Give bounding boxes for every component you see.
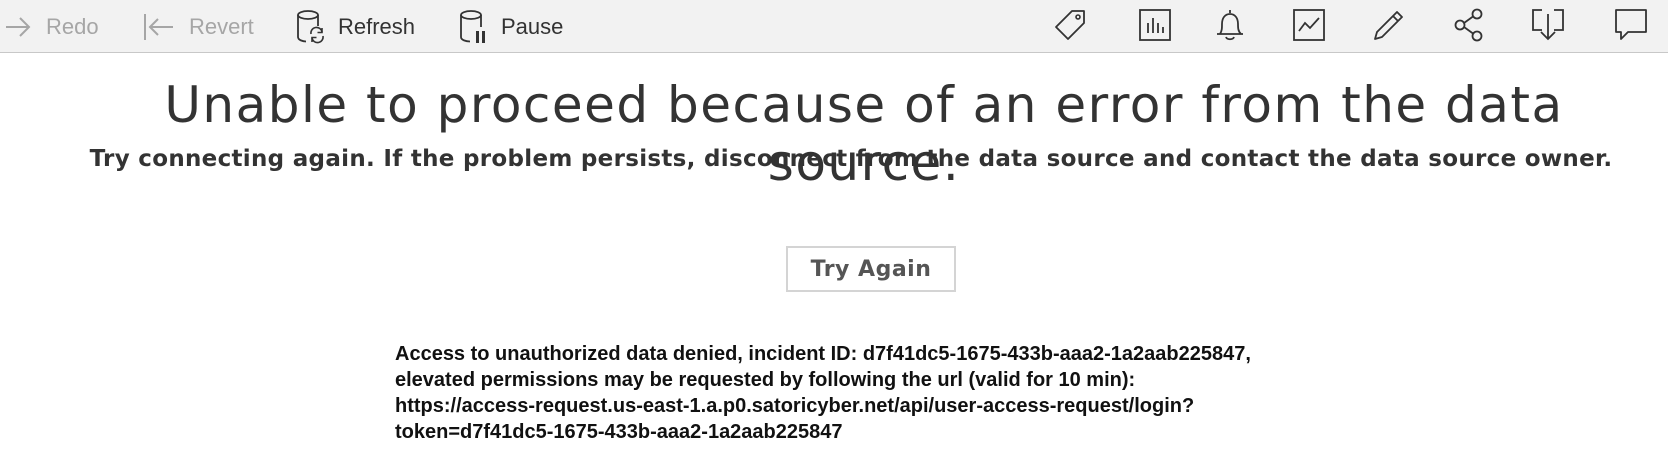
download-icon (1531, 8, 1565, 47)
share-button[interactable] (1448, 6, 1490, 48)
pause-button[interactable]: Pause (459, 0, 563, 53)
bell-icon (1214, 8, 1246, 47)
metrics-button[interactable] (1288, 6, 1330, 48)
chart-button[interactable] (1134, 6, 1176, 48)
tag-button[interactable] (1049, 6, 1091, 48)
redo-label: Redo (46, 13, 99, 39)
error-detail-line: token=d7f41dc5-1675-433b-aaa2-1a2aab2258… (395, 421, 843, 443)
error-subtitle: Try connecting again. If the problem per… (89, 146, 1613, 172)
refresh-button[interactable]: Refresh (296, 0, 415, 53)
metrics-icon (1293, 8, 1325, 46)
redo-button[interactable]: Redo (4, 0, 99, 53)
tag-icon (1053, 8, 1087, 47)
revert-button[interactable]: Revert (143, 0, 254, 53)
database-refresh-icon (296, 9, 326, 45)
revert-arrow-icon (143, 12, 175, 42)
pause-label: Pause (501, 13, 564, 39)
error-details: Access to unauthorized data denied, inci… (395, 341, 1395, 445)
error-detail-line: https://access-request.us-east-1.a.p0.sa… (395, 395, 1195, 417)
revert-label: Revert (189, 13, 254, 39)
comment-button[interactable] (1610, 6, 1652, 48)
error-detail-line: Access to unauthorized data denied, inci… (395, 343, 1251, 365)
refresh-label: Refresh (338, 13, 416, 39)
redo-arrow-icon (4, 15, 32, 39)
edit-button[interactable] (1368, 6, 1410, 48)
error-detail-line: elevated permissions may be requested by… (395, 369, 1136, 391)
download-button[interactable] (1527, 6, 1569, 48)
alert-button[interactable] (1209, 6, 1251, 48)
error-title: Unable to proceed because of an error fr… (164, 76, 1564, 192)
comment-icon (1614, 8, 1648, 47)
share-icon (1453, 8, 1485, 47)
pencil-icon (1372, 8, 1406, 47)
try-again-button[interactable]: Try Again (786, 246, 956, 292)
database-pause-icon (459, 9, 489, 45)
chart-icon (1139, 8, 1171, 46)
toolbar: Redo Revert Refresh Pause (0, 0, 1668, 53)
